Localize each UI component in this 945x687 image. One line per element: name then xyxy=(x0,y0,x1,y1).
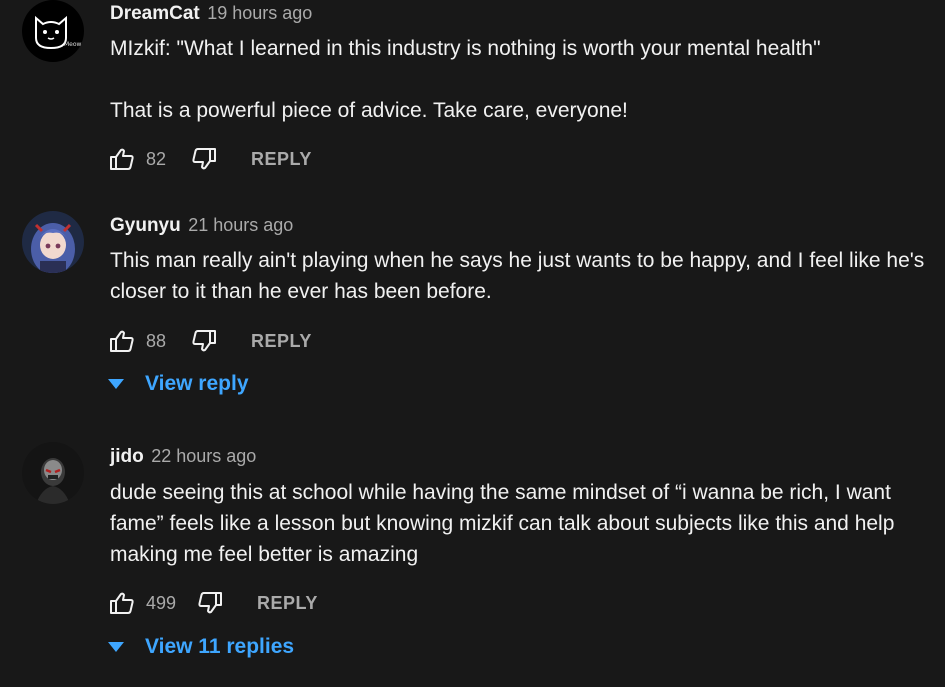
thumbs-up-icon xyxy=(110,330,134,352)
author-name[interactable]: jido xyxy=(110,446,144,467)
timestamp[interactable]: 21 hours ago xyxy=(188,215,293,235)
author-name[interactable]: Gyunyu xyxy=(110,215,181,236)
comment-line: MIzkif: "What I learned in this industry… xyxy=(110,37,821,60)
like-count: 82 xyxy=(146,148,167,169)
reply-button[interactable]: REPLY xyxy=(251,149,312,170)
like-button[interactable] xyxy=(108,145,136,173)
author-name[interactable]: DreamCat xyxy=(110,3,200,24)
reply-button[interactable]: REPLY xyxy=(251,331,312,352)
avatar[interactable]: Meow xyxy=(22,0,84,62)
comment-header: DreamCat 19 hours ago xyxy=(110,2,312,26)
thumbs-down-icon xyxy=(198,592,223,614)
comment-header: Gyunyu 21 hours ago xyxy=(110,214,293,238)
comment-text: This man really ain't playing when he sa… xyxy=(110,245,945,307)
comment-line xyxy=(110,64,945,95)
comment-line: closer to it than he ever has been befor… xyxy=(110,280,492,303)
dislike-button[interactable] xyxy=(196,589,224,617)
cat-avatar-icon: Meow xyxy=(22,0,84,62)
comment-header: jido 22 hours ago xyxy=(110,445,256,469)
thumbs-up-icon xyxy=(110,592,134,614)
comment-line: This man really ain't playing when he sa… xyxy=(110,249,925,272)
comment-actions: 499 REPLY xyxy=(108,589,318,617)
comment-line: fame” feels like a lesson but knowing mi… xyxy=(110,512,895,535)
comment-line: making me feel better is amazing xyxy=(110,543,419,566)
like-count: 499 xyxy=(146,592,177,613)
comment-text: dude seeing this at school while having … xyxy=(110,477,945,570)
avatar-caption: Meow xyxy=(64,41,82,48)
comment-actions: 82 REPLY xyxy=(108,145,312,173)
timestamp[interactable]: 22 hours ago xyxy=(151,446,256,466)
comment-line: dude seeing this at school while having … xyxy=(110,481,891,504)
view-replies-label[interactable]: View 11 replies xyxy=(145,635,294,659)
like-button[interactable] xyxy=(108,589,136,617)
thumbs-down-icon xyxy=(192,330,216,352)
view-replies-button[interactable]: View reply xyxy=(108,372,249,396)
dislike-button[interactable] xyxy=(190,145,218,173)
dislike-button[interactable] xyxy=(190,327,218,355)
comment-line: That is a powerful piece of advice. Take… xyxy=(110,99,628,122)
anime-avatar-icon xyxy=(22,211,84,273)
view-replies-label[interactable]: View reply xyxy=(145,372,249,396)
view-replies-button[interactable]: View 11 replies xyxy=(108,635,294,659)
reply-button[interactable]: REPLY xyxy=(257,593,318,614)
thumbs-down-icon xyxy=(192,148,216,170)
comment-text: MIzkif: "What I learned in this industry… xyxy=(110,33,945,126)
comment-actions: 88 REPLY xyxy=(108,327,312,355)
caret-down-icon xyxy=(108,379,124,389)
timestamp[interactable]: 19 hours ago xyxy=(207,3,312,23)
caret-down-icon xyxy=(108,642,124,652)
dark-mask-avatar-icon xyxy=(22,442,84,504)
thumbs-up-icon xyxy=(110,148,134,170)
avatar[interactable] xyxy=(22,211,84,273)
like-count: 88 xyxy=(146,330,167,351)
avatar[interactable] xyxy=(22,442,84,504)
like-button[interactable] xyxy=(108,327,136,355)
